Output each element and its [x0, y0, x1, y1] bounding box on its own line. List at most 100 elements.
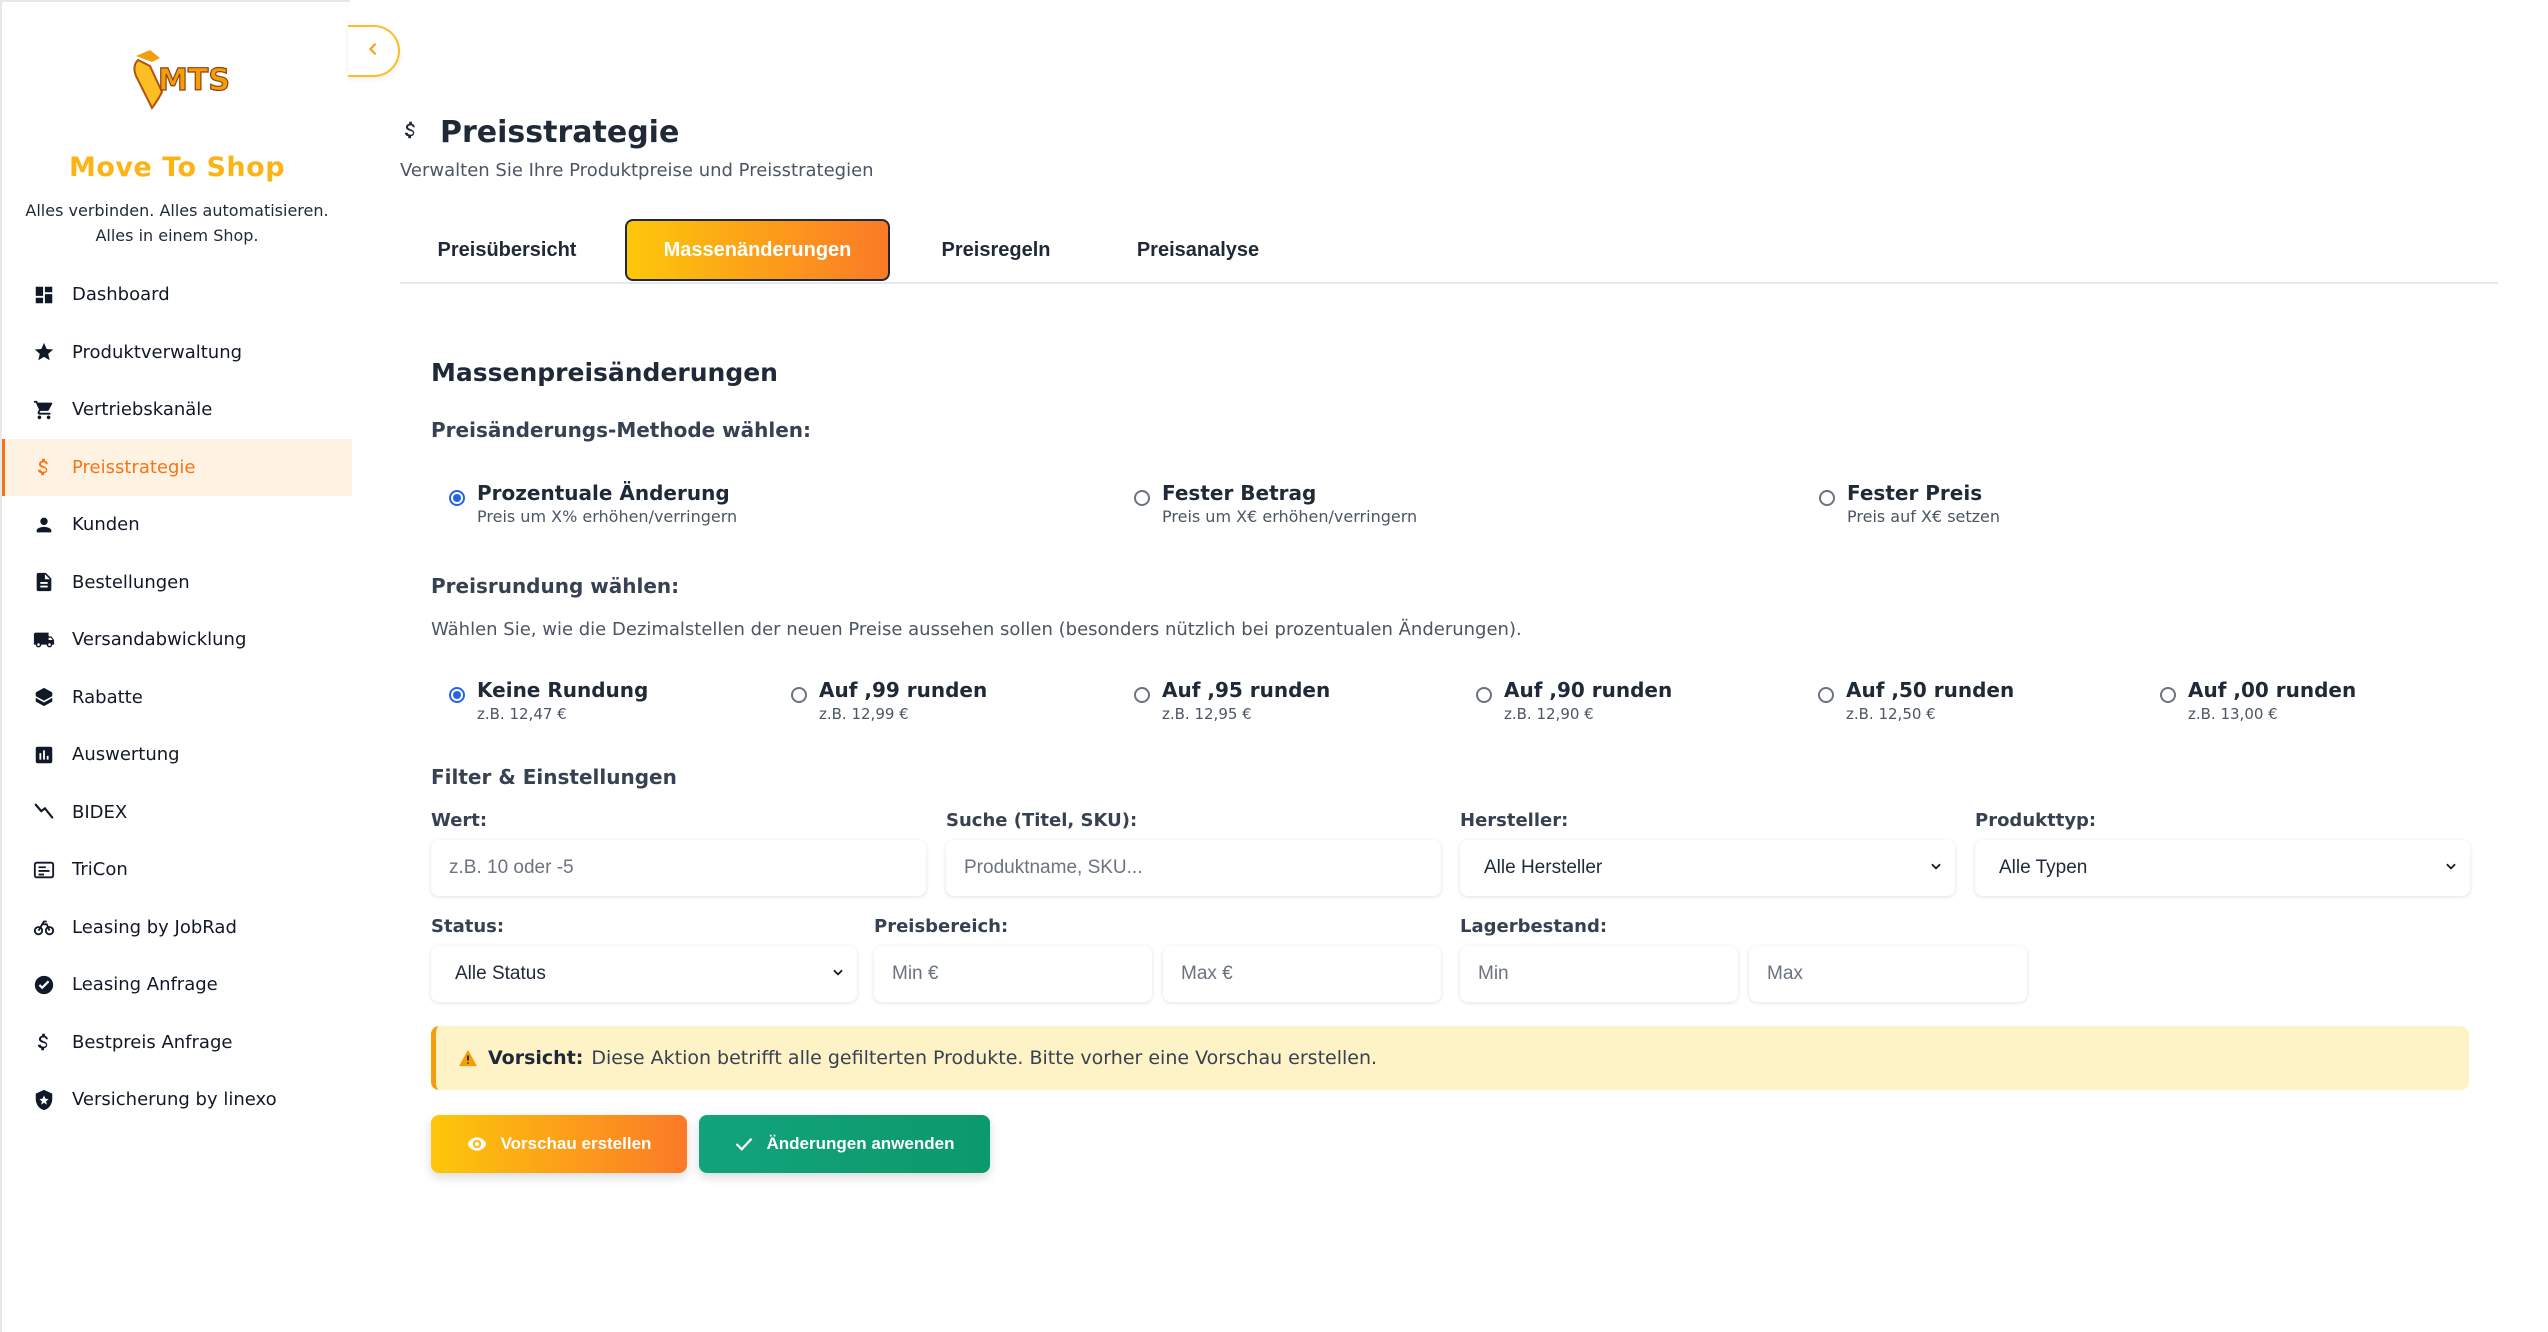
eye-icon: [467, 1136, 487, 1152]
sidebar-item-leasing-anfrage[interactable]: Leasing Anfrage: [2, 956, 352, 1014]
stock-max-input[interactable]: Max: [1749, 946, 2027, 1002]
sidebar-item-preisstrategie[interactable]: Preisstrategie: [2, 438, 352, 496]
sidebar-item-label: Dashboard: [72, 284, 170, 306]
radio-button[interactable]: [1134, 687, 1150, 703]
sidebar-item-label: Vertriebskanäle: [72, 399, 213, 421]
sidebar-item-kunden[interactable]: Kunden: [2, 496, 352, 554]
price-min-input[interactable]: Min €: [874, 946, 1152, 1002]
method-option-fester-preis[interactable]: Fester Preis Preis auf X€ setzen: [1819, 480, 2000, 528]
radio-button[interactable]: [791, 687, 807, 703]
star-icon: [32, 340, 56, 364]
sidebar-item-label: Versandabwicklung: [72, 629, 247, 651]
sidebar-item-bidex[interactable]: BIDEX: [2, 784, 352, 842]
sidebar-item-leasing-jobrad[interactable]: Leasing by JobRad: [2, 899, 352, 957]
price-max-input[interactable]: Max €: [1163, 946, 1441, 1002]
apply-button-label: Änderungen anwenden: [766, 1134, 955, 1153]
rounding-hint: Wählen Sie, wie die Dezimalstellen der n…: [431, 619, 1522, 640]
sidebar-item-dashboard[interactable]: Dashboard: [2, 266, 352, 324]
tab-preisanalyse[interactable]: Preisanalyse: [1100, 218, 1296, 282]
option-example: z.B. 12,50 €: [1846, 705, 1936, 723]
sidebar-item-label: Leasing by JobRad: [72, 916, 237, 938]
search-input[interactable]: Produktname, SKU...: [946, 840, 1441, 896]
method-option-fester-betrag[interactable]: Fester Betrag Preis um X€ erhöhen/verring…: [1134, 480, 1417, 528]
check-icon: [735, 1136, 753, 1152]
dollar-icon: [400, 117, 422, 148]
radio-button[interactable]: [1819, 490, 1835, 506]
tab-preisuebersicht[interactable]: Preisübersicht: [406, 218, 608, 282]
warning-icon: [458, 1049, 478, 1067]
dashboard-icon: [32, 283, 56, 307]
rounding-option-keine[interactable]: Keine Rundung z.B. 12,47 €: [449, 677, 648, 725]
bike-icon: [32, 915, 56, 939]
hersteller-value: Alle Hersteller: [1484, 857, 1603, 878]
preview-button-label: Vorschau erstellen: [500, 1134, 652, 1153]
produkttyp-label: Produkttyp:: [1975, 810, 2097, 831]
lagerbestand-label: Lagerbestand:: [1460, 916, 1608, 937]
sidebar-item-versandabwicklung[interactable]: Versandabwicklung: [2, 611, 352, 669]
warning-title: Vorsicht:: [488, 1047, 584, 1069]
stock-min-input[interactable]: Min: [1460, 946, 1738, 1002]
page-title: Preisstrategie: [440, 115, 680, 150]
option-example: z.B. 12,95 €: [1162, 705, 1252, 723]
price-max-placeholder: Max €: [1181, 963, 1233, 984]
sidebar-item-label: Produktverwaltung: [72, 341, 243, 363]
trend-icon: [32, 800, 56, 824]
apply-button[interactable]: Änderungen anwenden: [699, 1115, 990, 1173]
dollar-icon: [32, 1030, 56, 1054]
produkttyp-select[interactable]: Alle Typen: [1975, 840, 2470, 896]
radio-button[interactable]: [449, 490, 465, 506]
radio-button[interactable]: [1818, 687, 1834, 703]
page-header: Preisstrategie: [400, 115, 679, 150]
tagline: Alles verbinden. Alles automatisieren. A…: [2, 198, 352, 248]
page-subtitle: Verwalten Sie Ihre Produktpreise und Pre…: [400, 160, 874, 181]
rounding-option-00[interactable]: Auf ,00 runden z.B. 13,00 €: [2160, 677, 2356, 725]
sidebar-item-bestellungen[interactable]: Bestellungen: [2, 554, 352, 612]
brand-name: Move To Shop: [68, 152, 286, 183]
sidebar-item-versicherung[interactable]: Versicherung by linexo: [2, 1071, 352, 1129]
person-icon: [32, 513, 56, 537]
method-option-prozentual[interactable]: Prozentuale Änderung Preis um X% erhöhen/…: [449, 480, 737, 528]
rounding-option-90[interactable]: Auf ,90 runden z.B. 12,90 €: [1476, 677, 1672, 725]
hersteller-select[interactable]: Alle Hersteller: [1460, 840, 1955, 896]
check-circle-icon: [32, 973, 56, 997]
option-title: Auf ,95 runden: [1162, 678, 1331, 702]
rounding-option-99[interactable]: Auf ,99 runden z.B. 12,99 €: [791, 677, 987, 725]
option-title: Prozentuale Änderung: [477, 481, 730, 505]
status-select[interactable]: Alle Status: [431, 946, 857, 1002]
warning-banner: Vorsicht: Diese Aktion betrifft alle gef…: [431, 1026, 2469, 1090]
produkttyp-value: Alle Typen: [1999, 857, 2088, 878]
tab-massenaenderungen[interactable]: Massenänderungen: [625, 219, 890, 281]
shield-icon: [32, 1088, 56, 1112]
radio-button[interactable]: [2160, 687, 2176, 703]
radio-button[interactable]: [1476, 687, 1492, 703]
rounding-option-95[interactable]: Auf ,95 runden z.B. 12,95 €: [1134, 677, 1330, 725]
sidebar-nav: Dashboard Produktverwaltung Vertriebskan…: [2, 266, 352, 1129]
tag-icon: [32, 685, 56, 709]
stock-min-placeholder: Min: [1478, 963, 1509, 984]
sidebar-item-rabatte[interactable]: Rabatte: [2, 669, 352, 727]
sidebar-item-bestpreis-anfrage[interactable]: Bestpreis Anfrage: [2, 1014, 352, 1072]
tagline-line-1: Alles verbinden. Alles automatisieren.: [25, 201, 329, 220]
preview-button[interactable]: Vorschau erstellen: [431, 1115, 687, 1173]
search-placeholder: Produktname, SKU...: [964, 857, 1143, 878]
rounding-option-50[interactable]: Auf ,50 runden z.B. 12,50 €: [1818, 677, 2014, 725]
option-example: z.B. 13,00 €: [2188, 705, 2278, 723]
tagline-line-2: Alles in einem Shop.: [95, 226, 259, 245]
sidebar-item-tricon[interactable]: TriCon: [2, 841, 352, 899]
mts-logo[interactable]: MTS: [122, 42, 232, 122]
sidebar-item-label: Versicherung by linexo: [72, 1089, 277, 1111]
sidebar-item-auswertung[interactable]: Auswertung: [2, 726, 352, 784]
sidebar-item-label: Preisstrategie: [72, 456, 196, 478]
sidebar-collapse-button[interactable]: [348, 25, 400, 77]
radio-button[interactable]: [1134, 490, 1150, 506]
option-description: Preis um X€ erhöhen/verringern: [1162, 507, 1418, 526]
sidebar-item-produktverwaltung[interactable]: Produktverwaltung: [2, 324, 352, 382]
chevron-left-icon: [365, 41, 381, 62]
filter-label: Filter & Einstellungen: [431, 765, 677, 789]
radio-button[interactable]: [449, 687, 465, 703]
sidebar-item-vertriebskanaele[interactable]: Vertriebskanäle: [2, 381, 352, 439]
tab-preisregeln[interactable]: Preisregeln: [908, 218, 1084, 282]
sidebar-item-label: Bestellungen: [72, 571, 190, 593]
option-title: Auf ,99 runden: [819, 678, 988, 702]
wert-input[interactable]: z.B. 10 oder -5: [431, 840, 926, 896]
